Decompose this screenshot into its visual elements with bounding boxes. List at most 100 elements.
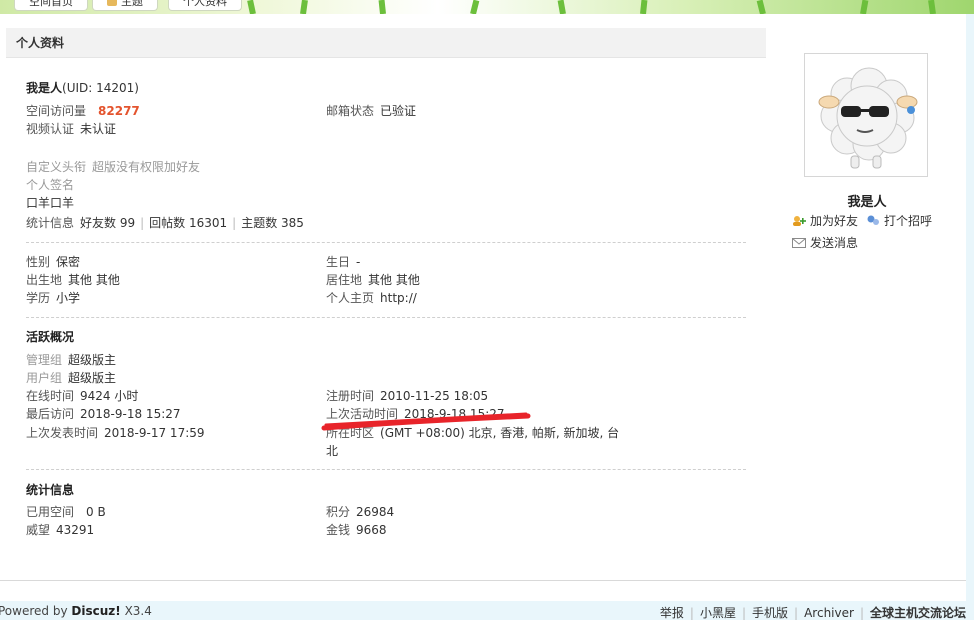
register-value: 2010-11-25 18:05 <box>380 389 489 403</box>
last-post-label: 上次发表时间 <box>26 426 99 440</box>
custom-title-value: 超版没有权限加好友 <box>92 160 201 174</box>
grass-decoration <box>756 0 766 14</box>
video-verify: 视频认证 未认证 <box>26 120 116 138</box>
powered-prefix: Powered by <box>0 604 68 618</box>
section-title: 个人资料 <box>6 28 766 58</box>
greet-label: 打个招呼 <box>884 214 933 228</box>
footer: Powered by Discuz! X3.4 举报 | 小黑屋 | 手机版 | Archi… <box>0 601 974 620</box>
birthplace-value: 其他 其他 <box>68 273 120 287</box>
replies-link[interactable]: 回帖数 16301 <box>149 216 227 230</box>
mobile-link[interactable]: 手机版 <box>752 606 788 620</box>
online-time: 在线时间 9424 小时 <box>26 387 138 405</box>
register-label: 注册时间 <box>326 389 375 403</box>
stats-line: 统计信息 好友数 99 | 回帖数 16301 | 主题数 385 <box>26 216 304 230</box>
powered-by: Powered by Discuz! X3.4 <box>0 604 152 618</box>
birthplace: 出生地 其他 其他 <box>26 271 120 289</box>
prestige-label: 威望 <box>26 523 51 537</box>
divider <box>26 469 746 470</box>
birthplace-label: 出生地 <box>26 273 63 287</box>
avatar[interactable] <box>804 53 928 177</box>
activity-title: 活跃概况 <box>26 330 75 344</box>
residence: 居住地 其他 其他 <box>326 271 420 289</box>
last-visit-label: 最后访问 <box>26 407 75 421</box>
uid: (UID: 14201) <box>62 81 139 95</box>
greet-icon <box>867 215 879 225</box>
username: 我是人 <box>26 81 63 95</box>
used-space: 已用空间 0 B <box>26 503 106 521</box>
profile-name-line: 我是人(UID: 14201) <box>26 79 139 97</box>
email-status: 邮箱状态 已验证 <box>326 102 416 120</box>
threads-link[interactable]: 主题数 385 <box>241 216 304 230</box>
user-group-label: 用户组 <box>26 371 63 385</box>
space-visits: 空间访问量 82277 <box>26 102 140 120</box>
tab-label: 主题 <box>121 0 143 8</box>
admin-group-label: 管理组 <box>26 353 63 367</box>
archiver-link[interactable]: Archiver <box>804 606 854 620</box>
education-label: 学历 <box>26 291 51 305</box>
timezone-wrap: 北 <box>326 444 339 458</box>
homepage-link[interactable]: http:// <box>380 291 417 305</box>
threads-icon <box>107 0 117 6</box>
grass-decoration <box>247 0 256 14</box>
site-name-link[interactable]: 全球主机交流论坛 <box>870 606 966 620</box>
email-label: 邮箱状态 <box>326 104 375 118</box>
prestige: 威望 43291 <box>26 521 94 539</box>
add-friend-label: 加为好友 <box>810 214 859 228</box>
divider <box>26 317 746 318</box>
birthday: 生日 - <box>326 253 360 271</box>
video-label: 视频认证 <box>26 122 75 136</box>
space-value: 0 B <box>86 505 106 519</box>
grass-decoration <box>640 0 648 14</box>
online-label: 在线时间 <box>26 389 75 403</box>
envelope-icon <box>792 238 806 248</box>
credits-label: 积分 <box>326 505 351 519</box>
blacklist-link[interactable]: 小黑屋 <box>700 606 736 620</box>
signature-value: 口羊口羊 <box>26 196 75 210</box>
money-label: 金钱 <box>326 523 351 537</box>
top-banner: 空间首页 主题 个人资料 <box>0 0 974 14</box>
credits-value: 26984 <box>356 505 395 519</box>
education-value: 小学 <box>56 291 81 305</box>
discuz-link[interactable]: Discuz! <box>71 604 120 618</box>
user-group-value[interactable]: 超级版主 <box>68 371 116 385</box>
user-group: 用户组 超级版主 <box>26 369 116 387</box>
birthday-value: - <box>356 255 361 269</box>
admin-group-value[interactable]: 超级版主 <box>68 353 116 367</box>
tab-profile[interactable]: 个人资料 <box>168 0 242 11</box>
money-value: 9668 <box>356 523 387 537</box>
residence-value: 其他 其他 <box>368 273 420 287</box>
send-message-button[interactable]: 发送消息 <box>792 234 858 252</box>
money: 金钱 9668 <box>326 521 387 539</box>
sidebar-username[interactable]: 我是人 <box>804 191 930 210</box>
report-link[interactable]: 举报 <box>660 606 684 620</box>
footer-divider <box>0 580 966 581</box>
homepage: 个人主页 http:// <box>326 289 417 307</box>
greet-button[interactable]: 打个招呼 <box>866 212 932 230</box>
send-message-label: 发送消息 <box>810 236 859 250</box>
grass-decoration <box>470 0 480 14</box>
custom-title-label: 自定义头衔 <box>26 160 87 174</box>
divider <box>26 242 746 243</box>
birthday-label: 生日 <box>326 255 351 269</box>
grass-decoration <box>860 0 869 14</box>
add-friend-button[interactable]: 加为好友 <box>792 212 858 230</box>
friends-link[interactable]: 好友数 99 <box>80 216 135 230</box>
grass-decoration <box>928 0 936 14</box>
tab-space-home[interactable]: 空间首页 <box>14 0 88 11</box>
signature-label: 个人签名 <box>26 178 75 192</box>
education: 学历 小学 <box>26 289 80 307</box>
gender-label: 性别 <box>26 255 51 269</box>
tab-label: 个人资料 <box>183 0 227 8</box>
last-visit-value: 2018-9-18 15:27 <box>80 407 181 421</box>
credits: 积分 26984 <box>326 503 394 521</box>
grass-decoration <box>557 0 566 14</box>
tab-threads[interactable]: 主题 <box>92 0 158 11</box>
prestige-value: 43291 <box>56 523 95 537</box>
visits-label: 空间访问量 <box>26 104 87 118</box>
tab-label: 空间首页 <box>29 0 73 8</box>
footer-links: 举报 | 小黑屋 | 手机版 | Archiver | 全球主机交流论坛 <box>659 606 966 620</box>
grass-decoration <box>300 0 308 14</box>
homepage-label: 个人主页 <box>326 291 375 305</box>
last-visit: 最后访问 2018-9-18 15:27 <box>26 405 181 423</box>
statistics-title: 统计信息 <box>26 483 75 497</box>
